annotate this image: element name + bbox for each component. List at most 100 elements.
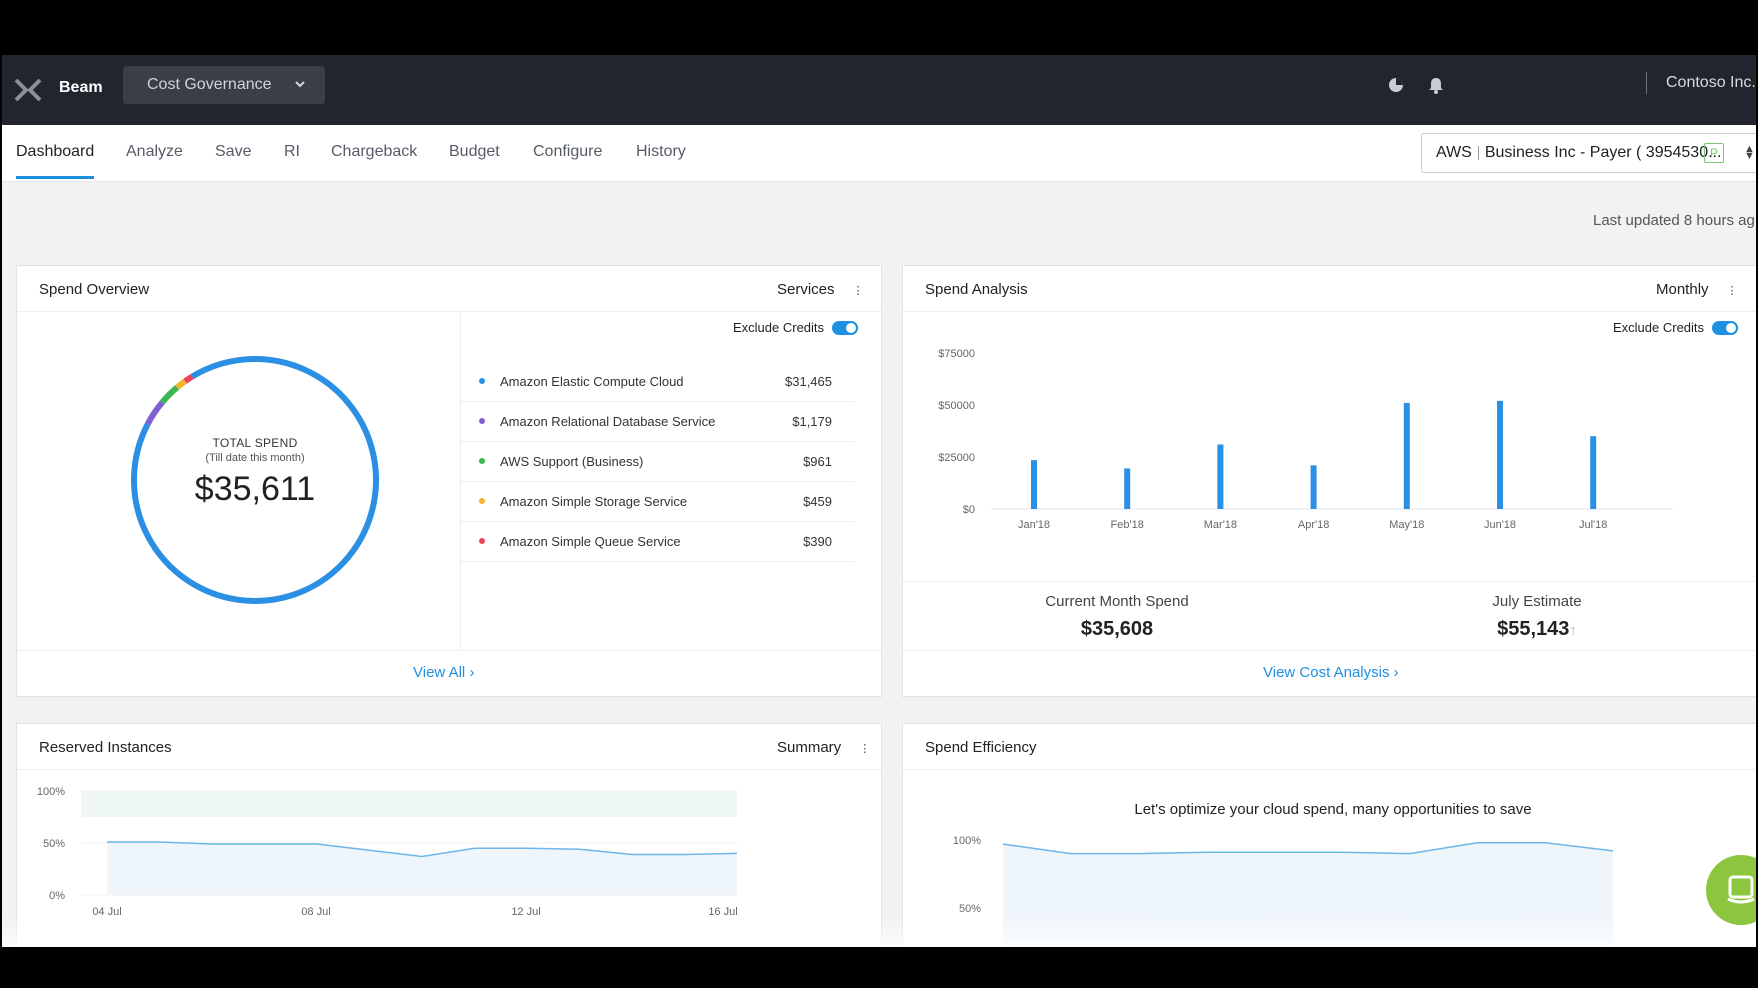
donut-slice <box>159 385 180 405</box>
view-all-link[interactable]: View All › <box>413 664 474 681</box>
service-value: $390 <box>803 534 832 549</box>
card-title: Spend Analysis <box>925 281 1028 298</box>
topbar-divider <box>1646 72 1647 94</box>
total-spend-value: $35,611 <box>194 470 316 508</box>
x-tick-label: 04 Jul <box>92 906 121 918</box>
tab-chargeback[interactable]: Chargeback <box>331 143 417 161</box>
spend-bar <box>1217 444 1224 509</box>
total-spend-label: TOTAL SPEND <box>212 436 298 450</box>
tab-configure[interactable]: Configure <box>533 143 602 161</box>
x-tick-label: Jul'18 <box>1579 519 1607 531</box>
x-tick-label: Apr'18 <box>1298 519 1329 531</box>
ri-area <box>107 841 737 895</box>
brand-name: Beam <box>59 79 103 96</box>
x-tick-label: 08 Jul <box>301 906 330 918</box>
toggle-switch[interactable] <box>832 320 859 335</box>
exclude-credits-toggle[interactable]: Exclude Credits <box>733 320 859 335</box>
current-month-label: Current Month Spend <box>1045 593 1189 610</box>
donut-slice <box>183 373 194 384</box>
service-name: Amazon Relational Database Service <box>500 414 716 429</box>
chevron-down-icon <box>295 81 305 88</box>
service-row[interactable]: Amazon Simple Storage Service $459 <box>461 482 854 522</box>
dropdown-arrows-icon: ⋮ <box>859 743 871 755</box>
divider <box>17 311 881 312</box>
service-color-dot <box>479 418 485 424</box>
service-value: $459 <box>803 494 832 509</box>
dropdown-arrows-icon: ⋮ <box>1726 285 1738 297</box>
service-row[interactable]: Amazon Elastic Compute Cloud $31,465 <box>461 362 854 402</box>
donut-center: TOTAL SPEND (Till date this month) $35,6… <box>145 436 365 509</box>
arrow-up-icon: ↑ <box>1569 622 1577 639</box>
account-name: Business Inc - Payer ( 3954530... <box>1484 144 1722 161</box>
card-title: Reserved Instances <box>39 739 172 756</box>
tab-analyze[interactable]: Analyze <box>126 143 183 161</box>
bell-icon[interactable] <box>1426 75 1446 95</box>
x-tick-label: Jan'18 <box>1018 519 1050 531</box>
y-tick-label: $75000 <box>938 348 975 360</box>
nutanix-x-logo-icon[interactable] <box>14 78 42 102</box>
tab-dashboard[interactable]: Dashboard <box>16 143 94 161</box>
tab-ri[interactable]: RI <box>284 143 300 161</box>
y-tick-label: 50% <box>959 903 981 915</box>
monthly-dropdown[interactable]: Monthly ⋮ <box>1656 281 1738 298</box>
tab-save[interactable]: Save <box>215 143 251 161</box>
dropdown-label: Services <box>777 281 835 298</box>
active-tab-indicator <box>16 176 94 179</box>
spend-bar <box>1031 460 1037 509</box>
toggle-switch[interactable] <box>1712 320 1739 335</box>
spend-analysis-card: Spend Analysis Monthly ⋮ Exclude Credits … <box>902 265 1756 697</box>
payer-badge: P <box>1704 143 1724 163</box>
service-name: AWS Support (Business) <box>500 454 644 469</box>
org-name[interactable]: Contoso Inc. <box>1666 74 1756 92</box>
spend-bar <box>1590 436 1597 509</box>
y-tick-label: $0 <box>963 504 975 516</box>
tab-history[interactable]: History <box>636 143 686 161</box>
divider <box>17 769 881 770</box>
service-row[interactable]: AWS Support (Business) $961 <box>461 442 854 482</box>
spend-bar <box>1124 468 1131 509</box>
tab-budget[interactable]: Budget <box>449 143 500 161</box>
divider <box>903 769 1756 770</box>
dropdown-label: Summary <box>777 739 842 756</box>
spend-bar <box>1310 465 1317 509</box>
service-value: $1,179 <box>792 414 832 429</box>
service-value: $31,465 <box>785 374 832 389</box>
services-dropdown[interactable]: Services ⋮ <box>777 281 864 298</box>
view-cost-analysis-link[interactable]: View Cost Analysis › <box>1263 664 1399 681</box>
spend-overview-card: Spend Overview Services ⋮ TOTAL SPEND (Ti… <box>16 265 882 697</box>
service-name: Amazon Simple Storage Service <box>500 494 688 509</box>
exclude-credits-toggle[interactable]: Exclude Credits <box>1613 320 1739 335</box>
service-row[interactable]: Amazon Relational Database Service $1,179 <box>461 402 854 442</box>
current-month-value: $35,608 <box>1080 618 1154 640</box>
estimate-value: $55,143↑ <box>1437 618 1637 641</box>
x-tick-label: Feb'18 <box>1111 519 1144 531</box>
y-tick-label: $25000 <box>938 452 975 464</box>
estimate-amount: $55,143 <box>1497 618 1570 640</box>
efficiency-area-chart: 100% 50% <box>953 835 1614 947</box>
estimate-label: July Estimate <box>1492 593 1582 610</box>
spend-bar <box>1497 400 1503 509</box>
card-title: Spend Overview <box>39 281 150 298</box>
chevron-right-icon: › <box>469 664 475 681</box>
service-row[interactable]: Amazon Simple Queue Service $390 <box>461 522 854 562</box>
x-tick-label: Mar'18 <box>1204 519 1237 531</box>
account-selector[interactable]: AWS Business Inc - Payer ( 3954530... P … <box>1421 133 1756 173</box>
reserved-instances-card: Reserved Instances Summary ⋮ 0% 50% 100% 04 … <box>16 723 882 947</box>
target-band <box>81 791 737 817</box>
dropdown-arrows-icon: ⋮ <box>852 285 864 297</box>
service-name: Amazon Elastic Compute Cloud <box>500 374 684 389</box>
divider <box>17 650 881 651</box>
pie-chart-icon[interactable] <box>1386 75 1406 95</box>
y-tick-label: 50% <box>43 838 65 850</box>
spend-efficiency-card: Spend Efficiency Let's optimize your clo… <box>902 723 1756 947</box>
chat-icon <box>1727 875 1755 904</box>
app-window: Beam Cost Governance Contoso Inc. Dashbo… <box>2 55 1756 947</box>
app-selector-dropdown[interactable]: Cost Governance <box>123 66 325 104</box>
x-tick-label: Jun'18 <box>1484 519 1516 531</box>
app-selector-label: Cost Governance <box>147 76 272 93</box>
toggle-label: Exclude Credits <box>733 320 825 335</box>
summary-dropdown[interactable]: Summary ⋮ <box>777 739 870 756</box>
chat-widget-icon[interactable] <box>1706 855 1756 925</box>
y-tick-label: 100% <box>953 835 981 847</box>
x-tick-label: May'18 <box>1389 519 1424 531</box>
